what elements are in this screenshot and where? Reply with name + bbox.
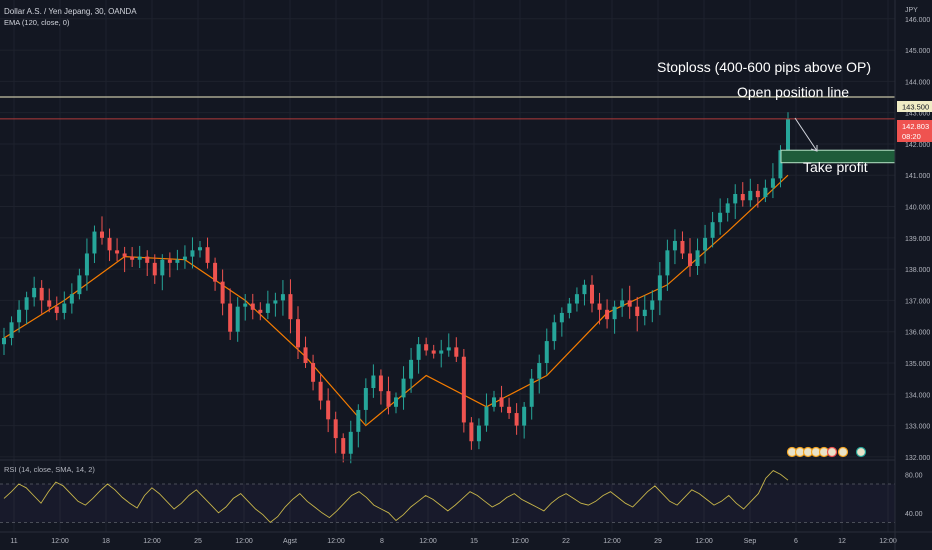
time-tick-label: 12:00: [511, 538, 529, 545]
price-tick-label: 133.000: [905, 424, 930, 431]
price-tick-label: 140.000: [905, 205, 930, 212]
rsi-tick-label: 40.00: [905, 511, 923, 518]
svg-text:08:20: 08:20: [902, 132, 921, 141]
price-tick-label: 144.000: [905, 79, 930, 86]
time-tick-label: 12:00: [603, 538, 621, 545]
chart-stage[interactable]: 146.000145.000144.000143.000142.000141.0…: [0, 0, 932, 550]
time-tick-label: 12:00: [235, 538, 253, 545]
candle: [461, 348, 466, 433]
price-tick-label: 139.000: [905, 236, 930, 243]
time-tick-label: Sep: [744, 538, 757, 545]
take-profit-annotation[interactable]: Take profit: [803, 159, 868, 175]
time-tick-label: 12:00: [695, 538, 713, 545]
price-tick-label: 135.000: [905, 361, 930, 368]
currency-label: JPY: [905, 7, 918, 14]
ema-indicator-title[interactable]: EMA (120, close, 0): [4, 18, 70, 27]
time-tick-label: 6: [794, 538, 798, 545]
time-tick-label: 18: [102, 538, 110, 545]
price-tick-label: 145.000: [905, 48, 930, 55]
price-tick-label: 136.000: [905, 330, 930, 337]
stoploss-annotation[interactable]: Stoploss (400-600 pips above OP): [657, 59, 871, 75]
time-tick-label: 29: [654, 538, 662, 545]
price-tick-label: 137.000: [905, 298, 930, 305]
price-badge-current[interactable]: 142.803 08:20: [897, 120, 932, 142]
time-tick-label: 22: [562, 538, 570, 545]
symbol-title: Dollar A.S. / Yen Jepang, 30, OANDA: [4, 7, 137, 16]
price-badge-open-position[interactable]: 143.500: [897, 101, 932, 112]
rsi-indicator-title[interactable]: RSI (14, close, SMA, 14, 2): [4, 465, 95, 474]
time-tick-label: 25: [194, 538, 202, 545]
time-tick-label: 12: [838, 538, 846, 545]
price-tick-label: 141.000: [905, 173, 930, 180]
time-tick-label: 12:00: [327, 538, 345, 545]
price-tick-label: 134.000: [905, 392, 930, 399]
price-tick-label: 146.000: [905, 17, 930, 24]
rsi-band: [0, 484, 895, 523]
time-tick-label: 12:00: [143, 538, 161, 545]
rsi-tick-label: 80.00: [905, 472, 923, 479]
price-tick-label: 138.000: [905, 267, 930, 274]
time-tick-label: 12:00: [879, 538, 897, 545]
time-tick-label: 8: [380, 538, 384, 545]
time-tick-label: 11: [10, 538, 17, 545]
price-tick-label: 132.000: [905, 455, 930, 462]
time-tick-label: 12:00: [419, 538, 437, 545]
svg-text:142.803: 142.803: [902, 122, 929, 131]
svg-text:143.500: 143.500: [902, 103, 929, 112]
time-tick-label: 15: [470, 538, 478, 545]
open-position-annotation[interactable]: Open position line: [737, 84, 849, 100]
price-tick-label: 142.000: [905, 142, 930, 149]
time-tick-label: 12:00: [51, 538, 69, 545]
time-tick-label: Agst: [283, 538, 297, 545]
chart-background: [0, 0, 932, 550]
